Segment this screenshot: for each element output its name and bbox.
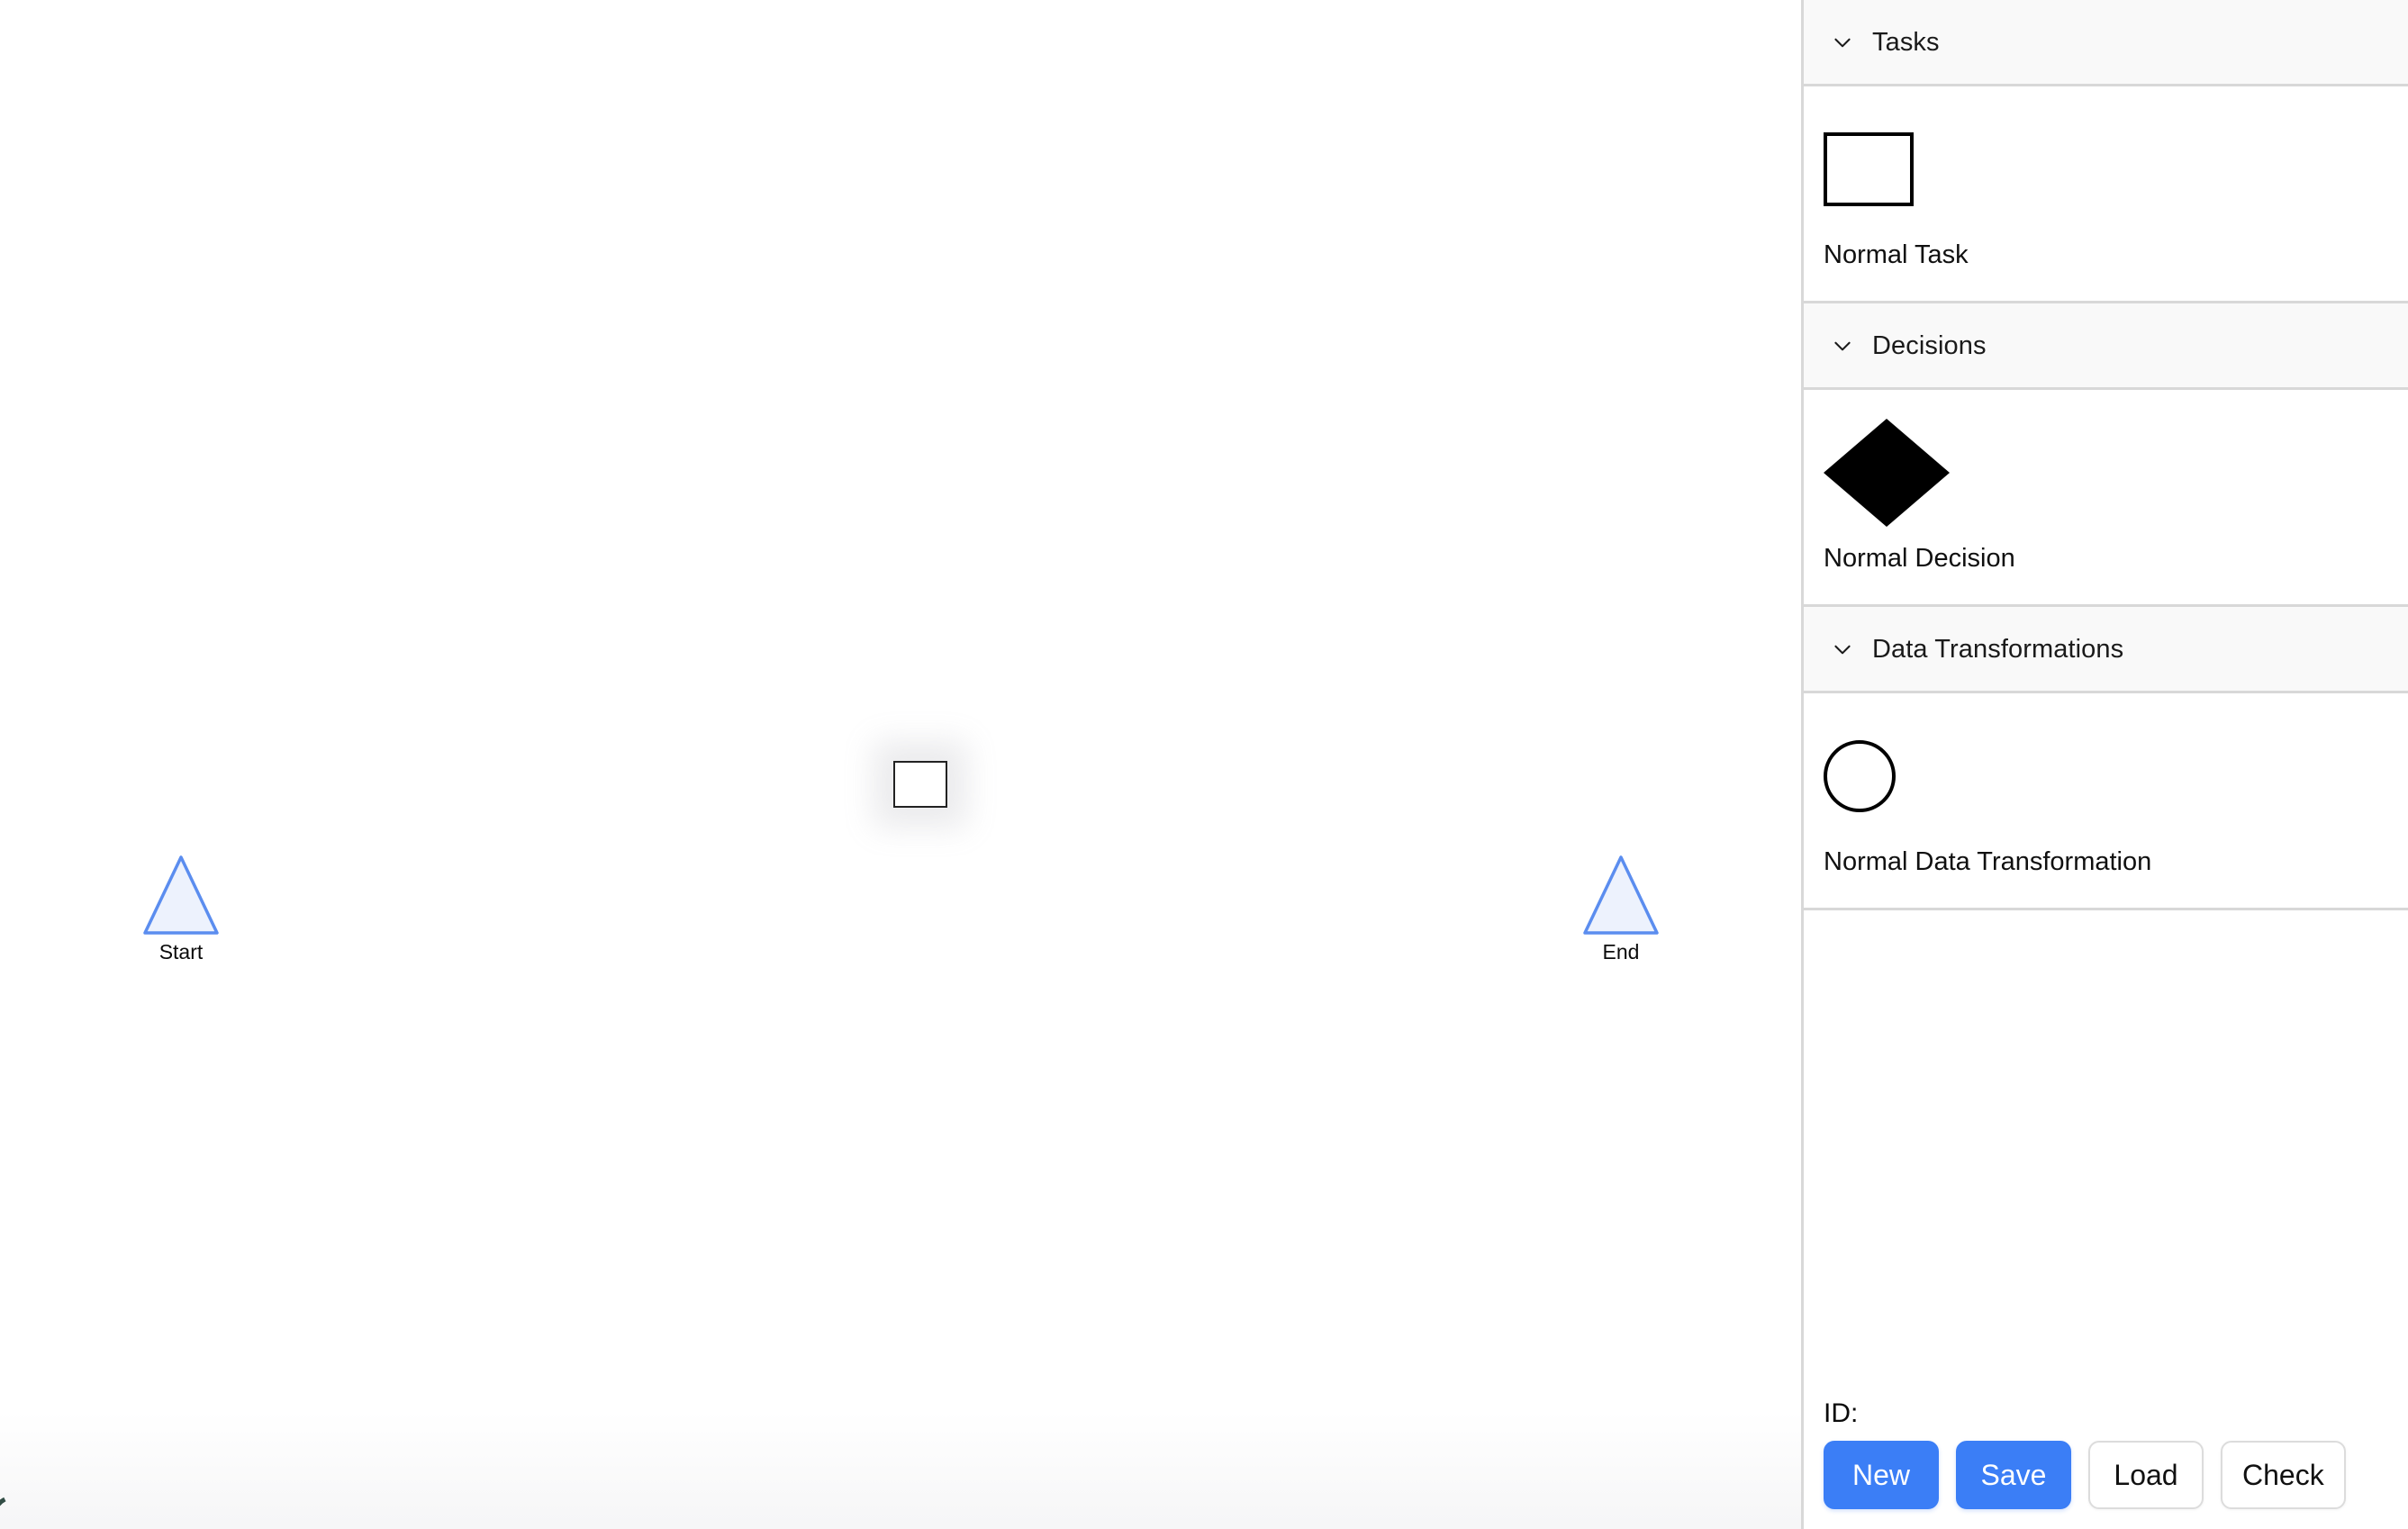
palette-item-normal-decision[interactable] xyxy=(1824,419,2408,527)
palette-section-body-tasks: Normal Task xyxy=(1804,86,2408,303)
canvas-node-end[interactable]: End xyxy=(1582,855,1660,964)
palette-item-normal-data-transformation[interactable] xyxy=(1824,729,2408,823)
footer-button-row: New Save Load Check xyxy=(1824,1441,2408,1509)
app-root: Start End Tasks Normal Task Decisions No… xyxy=(0,0,2408,1529)
palette-sidebar: Tasks Normal Task Decisions Normal Decis… xyxy=(1801,0,2408,1529)
palette-item-label-normal-task: Normal Task xyxy=(1824,240,1969,269)
palette-empty-space xyxy=(1804,910,2408,1398)
canvas-node-end-label: End xyxy=(1602,940,1640,964)
palette-section-header-tasks[interactable]: Tasks xyxy=(1804,0,2408,86)
palette-section-header-data-transformations[interactable]: Data Transformations xyxy=(1804,607,2408,693)
canvas-dragged-task-node[interactable] xyxy=(893,761,947,808)
palette-section-header-decisions[interactable]: Decisions xyxy=(1804,303,2408,390)
chevron-down-icon xyxy=(1834,341,1851,350)
diagram-id-field[interactable]: ID: xyxy=(1824,1398,2408,1430)
end-triangle-icon xyxy=(1583,855,1659,935)
cursor-artifact-icon xyxy=(0,1488,44,1529)
palette-section-body-data-transformations: Normal Data Transformation xyxy=(1804,693,2408,910)
chevron-down-icon xyxy=(1834,38,1851,47)
palette-section-title-decisions: Decisions xyxy=(1872,330,1987,360)
palette-section-title-data-transformations: Data Transformations xyxy=(1872,634,2124,664)
data-transformation-circle-icon xyxy=(1824,740,1896,812)
diagram-canvas[interactable]: Start End xyxy=(0,0,1801,1529)
start-triangle-icon xyxy=(143,855,219,935)
task-square-icon xyxy=(1824,132,1914,206)
palette-item-normal-task[interactable] xyxy=(1824,122,2408,216)
palette-item-label-normal-data-transformation: Normal Data Transformation xyxy=(1824,847,2152,876)
palette-sections: Tasks Normal Task Decisions Normal Decis… xyxy=(1804,0,2408,910)
canvas-node-start-label: Start xyxy=(158,940,204,964)
new-button[interactable]: New xyxy=(1824,1441,1939,1509)
diagram-id-label: ID: xyxy=(1824,1398,1859,1428)
palette-section-title-tasks: Tasks xyxy=(1872,27,1940,57)
check-button[interactable]: Check xyxy=(2221,1441,2346,1509)
decision-diamond-icon xyxy=(1824,419,1950,527)
palette-item-label-normal-decision: Normal Decision xyxy=(1824,544,2015,573)
canvas-node-start[interactable]: Start xyxy=(142,855,220,964)
sidebar-footer: ID: New Save Load Check xyxy=(1804,1398,2408,1529)
canvas-bottom-fade xyxy=(0,1412,1801,1529)
save-button[interactable]: Save xyxy=(1956,1441,2071,1509)
palette-section-body-decisions: Normal Decision xyxy=(1804,390,2408,607)
chevron-down-icon xyxy=(1834,645,1851,654)
load-button[interactable]: Load xyxy=(2088,1441,2204,1509)
